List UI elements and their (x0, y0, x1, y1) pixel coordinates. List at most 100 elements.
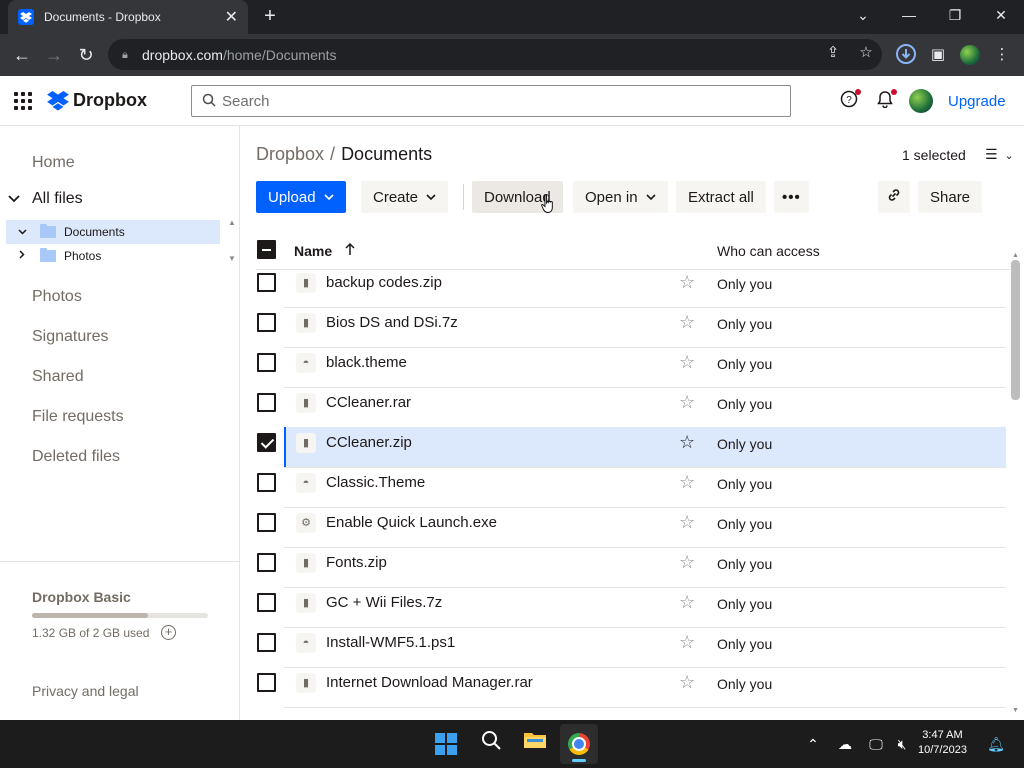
tab-close-icon[interactable]: ✕ (225, 7, 238, 27)
sort-ascending-icon[interactable] (344, 242, 356, 259)
network-icon[interactable]: 🖵︎ (862, 730, 890, 758)
table-row[interactable]: ▮ CCleaner.zip ☆ Only you (241, 427, 1007, 468)
row-checkbox[interactable] (257, 593, 276, 612)
row-checkbox[interactable] (257, 673, 276, 692)
table-row[interactable]: ▮ CCleaner.rar ☆ Only you (241, 388, 1007, 428)
new-tab-button[interactable]: + (258, 4, 282, 28)
sidebar-item-signatures[interactable]: Signatures (32, 328, 109, 346)
row-checkbox[interactable] (257, 633, 276, 652)
file-name[interactable]: Internet Download Manager.rar (326, 674, 533, 691)
back-icon[interactable]: ← (10, 43, 34, 67)
volume-muted-icon[interactable]: 🔇︎ (888, 730, 916, 758)
url-field[interactable]: 🔒︎ dropbox.com/home/Documents (108, 39, 882, 70)
create-button[interactable]: Create (361, 181, 449, 213)
star-icon[interactable]: ☆ (679, 512, 695, 533)
main-scrollbar[interactable]: ▲ ▼ (1008, 252, 1024, 720)
star-icon[interactable]: ☆ (679, 432, 695, 453)
table-row[interactable]: ▮ Internet Download Manager.rar ☆ Only you (241, 668, 1007, 708)
reload-icon[interactable]: ↻ (74, 43, 98, 67)
star-icon[interactable]: ☆ (679, 592, 695, 613)
extract-all-button[interactable]: Extract all (676, 181, 766, 213)
tree-scrollbar[interactable]: ▲ ▼ (226, 216, 238, 266)
sidebar-item-photos[interactable]: Photos (32, 288, 82, 306)
minimize-button[interactable]: — (886, 0, 932, 34)
privacy-link[interactable]: Privacy and legal (32, 683, 139, 699)
tree-item-photos[interactable]: Photos (6, 244, 220, 268)
file-explorer-icon[interactable] (521, 730, 549, 758)
notification-bell-icon[interactable]: 🔔︎ (982, 730, 1010, 758)
file-name[interactable]: CCleaner.zip (326, 434, 412, 451)
user-avatar[interactable] (909, 89, 933, 113)
row-checkbox[interactable] (257, 273, 276, 292)
chevron-right-icon[interactable] (12, 250, 32, 262)
onedrive-icon[interactable]: ☁︎ (831, 730, 859, 758)
tab-search-icon[interactable]: ⌄ (840, 0, 886, 34)
table-row[interactable]: ▮ backup codes.zip ☆ Only you (241, 268, 1007, 308)
table-row[interactable]: ⚙ Enable Quick Launch.exe ☆ Only you (241, 508, 1007, 548)
star-icon[interactable]: ☆ (679, 632, 695, 653)
table-row[interactable]: ◓ black.theme ☆ Only you (241, 348, 1007, 388)
table-row[interactable]: ▮ GC + Wii Files.7z ☆ Only you (241, 588, 1007, 628)
forward-icon[interactable]: → (42, 43, 66, 67)
scroll-up-icon[interactable]: ▲ (228, 218, 236, 227)
star-icon[interactable]: ☆ (679, 312, 695, 333)
scroll-up-icon[interactable]: ▲ (1012, 252, 1019, 259)
search-input[interactable]: Search (191, 85, 791, 117)
file-name[interactable]: Enable Quick Launch.exe (326, 514, 497, 531)
row-checkbox[interactable] (257, 513, 276, 532)
upgrade-link[interactable]: Upgrade (948, 93, 1006, 110)
file-name[interactable]: Fonts.zip (326, 554, 387, 571)
select-all-checkbox[interactable] (257, 240, 276, 259)
download-icon[interactable] (894, 43, 918, 67)
sidebar-item-shared[interactable]: Shared (32, 368, 84, 386)
row-checkbox[interactable] (257, 393, 276, 412)
table-row[interactable]: ▮ Fonts.zip ☆ Only you (241, 548, 1007, 588)
table-row[interactable]: ◓ Install-WMF5.1.ps1 ☆ Only you (241, 628, 1007, 668)
chevron-down-icon[interactable] (12, 227, 32, 238)
app-grid-icon[interactable] (14, 92, 32, 110)
star-icon[interactable]: ☆ (679, 272, 695, 293)
browser-menu-icon[interactable]: ⋮ (990, 43, 1014, 67)
scroll-down-icon[interactable]: ▼ (228, 254, 236, 263)
file-name[interactable]: GC + Wii Files.7z (326, 594, 442, 611)
row-checkbox[interactable] (257, 353, 276, 372)
file-name[interactable]: black.theme (326, 354, 407, 371)
row-checkbox[interactable] (257, 433, 276, 452)
file-name[interactable]: backup codes.zip (326, 274, 442, 291)
profile-avatar-icon[interactable] (958, 43, 982, 67)
open-in-button[interactable]: Open in (573, 181, 668, 213)
copy-link-button[interactable] (878, 181, 910, 213)
view-options-button[interactable]: ☰ ⌄ (985, 146, 1014, 163)
bookmark-star-icon[interactable]: ☆ (855, 43, 877, 61)
show-hidden-icons-chevron-icon[interactable]: ⌃ (799, 730, 827, 758)
scrollbar-thumb[interactable] (1011, 260, 1020, 400)
share-button[interactable]: Share (918, 181, 983, 213)
row-checkbox[interactable] (257, 553, 276, 572)
table-row[interactable]: ◓ Classic.Theme ☆ Only you (241, 468, 1007, 508)
scroll-down-icon[interactable]: ▼ (1012, 707, 1019, 714)
star-icon[interactable]: ☆ (679, 352, 695, 373)
add-storage-icon[interactable]: + (161, 625, 176, 640)
star-icon[interactable]: ☆ (679, 392, 695, 413)
file-name[interactable]: CCleaner.rar (326, 394, 411, 411)
window-close-button[interactable]: ✕ (978, 0, 1024, 34)
row-checkbox[interactable] (257, 313, 276, 332)
windows-start-icon[interactable] (435, 733, 457, 755)
upload-button[interactable]: Upload (256, 181, 346, 213)
sidebar-item-file-requests[interactable]: File requests (32, 408, 124, 426)
taskbar-clock[interactable]: 3:47 AM 10/7/2023 (918, 728, 967, 758)
star-icon[interactable]: ☆ (679, 552, 695, 573)
side-panel-icon[interactable]: ▣ (926, 43, 950, 67)
tree-item-documents[interactable]: Documents (6, 220, 220, 244)
row-checkbox[interactable] (257, 473, 276, 492)
file-name[interactable]: Bios DS and DSi.7z (326, 314, 458, 331)
star-icon[interactable]: ☆ (679, 472, 695, 493)
column-header-name[interactable]: Name (294, 243, 332, 259)
share-page-icon[interactable]: ⇪ (822, 43, 844, 61)
chevron-down-icon[interactable] (8, 192, 24, 206)
dropbox-logo[interactable]: Dropbox (47, 90, 147, 111)
browser-tab[interactable]: Documents - Dropbox ✕ (8, 0, 248, 34)
star-icon[interactable]: ☆ (679, 672, 695, 693)
restore-button[interactable]: ❐ (932, 0, 978, 34)
sidebar-item-all-files[interactable]: All files (8, 190, 83, 208)
